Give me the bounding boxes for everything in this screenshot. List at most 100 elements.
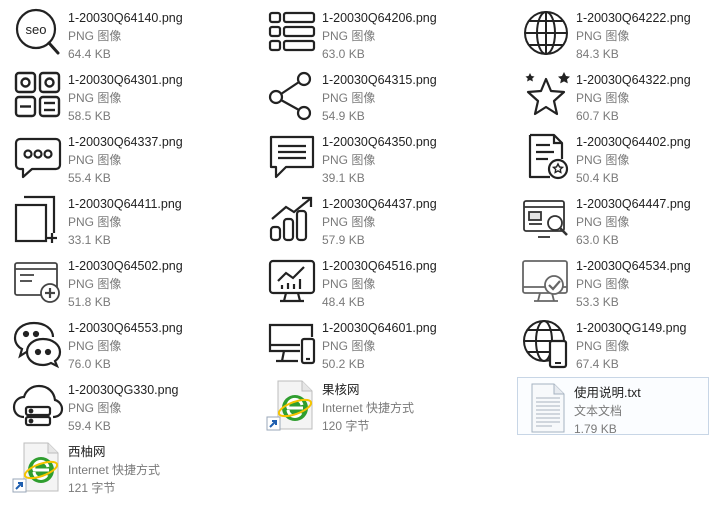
internet-shortcut-icon: [266, 379, 318, 431]
web-search-icon: [520, 193, 572, 245]
file-type: Internet 快捷方式: [68, 463, 161, 477]
file-size: 121 字节: [68, 481, 116, 495]
chat-bubbles-icon: [12, 317, 64, 369]
file-size: 63.0 KB: [576, 233, 619, 247]
file-grid: seo 1-20030Q64140.png PNG 图像 64.4 KB 1-2…: [0, 0, 709, 515]
file-name: 1-20030Q64502.png: [68, 259, 183, 273]
file-item[interactable]: 1-20030Q64315.png PNG 图像 54.9 KB: [256, 64, 456, 124]
file-type: PNG 图像: [322, 153, 376, 167]
file-name: 1-20030Q64322.png: [576, 73, 691, 87]
chat-bubble-icon: [12, 131, 64, 183]
add-page-icon: [12, 193, 64, 245]
file-item[interactable]: 1-20030Q64206.png PNG 图像 63.0 KB: [256, 2, 456, 62]
file-size: 53.3 KB: [576, 295, 619, 309]
file-type: PNG 图像: [322, 277, 376, 291]
file-item[interactable]: 1-20030Q64337.png PNG 图像 55.4 KB: [2, 126, 202, 186]
list-icon: [266, 7, 318, 59]
file-item-selected[interactable]: 使用说明.txt 文本文档 1.79 KB: [517, 377, 709, 436]
file-item[interactable]: 1-20030Q64301.png PNG 图像 58.5 KB: [2, 64, 202, 124]
file-size: 50.2 KB: [322, 357, 365, 371]
file-item[interactable]: 1-20030Q64601.png PNG 图像 50.2 KB: [256, 312, 456, 372]
apps-grid-icon: [12, 69, 64, 121]
cloud-server-icon: [12, 379, 64, 431]
file-type: PNG 图像: [68, 339, 122, 353]
file-type: Internet 快捷方式: [322, 401, 415, 415]
file-name: 1-20030Q64437.png: [322, 197, 437, 211]
monitor-chart-icon: [266, 255, 318, 307]
internet-shortcut-icon: [12, 441, 64, 493]
file-name: 1-20030Q64402.png: [576, 135, 691, 149]
file-name: 1-20030Q64337.png: [68, 135, 183, 149]
file-name: 果核网: [322, 383, 360, 397]
file-name: 西柚网: [68, 445, 106, 459]
file-item[interactable]: 1-20030Q64350.png PNG 图像 39.1 KB: [256, 126, 456, 186]
file-type: PNG 图像: [68, 91, 122, 105]
file-type: PNG 图像: [576, 153, 630, 167]
file-item[interactable]: 1-20030Q64411.png PNG 图像 33.1 KB: [2, 188, 202, 248]
svg-text:seo: seo: [26, 22, 47, 37]
monitor-check-icon: [520, 255, 572, 307]
growth-chart-icon: [266, 193, 318, 245]
file-item[interactable]: 1-20030Q64553.png PNG 图像 76.0 KB: [2, 312, 202, 372]
file-item[interactable]: 果核网 Internet 快捷方式 120 字节: [256, 374, 456, 434]
message-icon: [266, 131, 318, 183]
file-name: 1-20030Q64516.png: [322, 259, 437, 273]
file-item[interactable]: 1-20030Q64447.png PNG 图像 63.0 KB: [510, 188, 709, 248]
file-name: 1-20030Q64447.png: [576, 197, 691, 211]
file-item[interactable]: 1-20030Q64402.png PNG 图像 50.4 KB: [510, 126, 709, 186]
share-icon: [266, 69, 318, 121]
file-type: PNG 图像: [322, 91, 376, 105]
browser-add-icon: [12, 255, 64, 307]
file-size: 1.79 KB: [574, 422, 617, 436]
file-type: PNG 图像: [576, 29, 630, 43]
responsive-devices-icon: [266, 317, 318, 369]
file-item[interactable]: 1-20030Q64516.png PNG 图像 48.4 KB: [256, 250, 456, 310]
file-name: 1-20030Q64350.png: [322, 135, 437, 149]
globe-icon: [520, 7, 572, 59]
star-icon: [520, 69, 572, 121]
file-size: 60.7 KB: [576, 109, 619, 123]
globe-phone-icon: [520, 317, 572, 369]
file-size: 63.0 KB: [322, 47, 365, 61]
file-name: 1-20030Q64315.png: [322, 73, 437, 87]
file-item[interactable]: 1-20030QG330.png PNG 图像 59.4 KB: [2, 374, 202, 434]
seo-icon: seo: [12, 7, 64, 59]
file-name: 使用说明.txt: [574, 386, 641, 400]
file-size: 39.1 KB: [322, 171, 365, 185]
file-type: PNG 图像: [68, 29, 122, 43]
file-name: 1-20030Q64222.png: [576, 11, 691, 25]
file-size: 84.3 KB: [576, 47, 619, 61]
file-size: 48.4 KB: [322, 295, 365, 309]
file-size: 64.4 KB: [68, 47, 111, 61]
file-item[interactable]: 1-20030QG149.png PNG 图像 67.4 KB: [510, 312, 709, 372]
file-type: PNG 图像: [322, 29, 376, 43]
file-item[interactable]: seo 1-20030Q64140.png PNG 图像 64.4 KB: [2, 2, 202, 62]
file-item[interactable]: 1-20030Q64437.png PNG 图像 57.9 KB: [256, 188, 456, 248]
file-name: 1-20030Q64140.png: [68, 11, 183, 25]
file-type: PNG 图像: [68, 215, 122, 229]
file-size: 54.9 KB: [322, 109, 365, 123]
file-item[interactable]: 西柚网 Internet 快捷方式 121 字节: [2, 436, 202, 496]
file-name: 1-20030Q64553.png: [68, 321, 183, 335]
certificate-icon: [520, 131, 572, 183]
file-item[interactable]: 1-20030Q64534.png PNG 图像 53.3 KB: [510, 250, 709, 310]
file-name: 1-20030Q64301.png: [68, 73, 183, 87]
file-item[interactable]: 1-20030Q64222.png PNG 图像 84.3 KB: [510, 2, 709, 62]
file-size: 33.1 KB: [68, 233, 111, 247]
file-size: 120 字节: [322, 419, 370, 433]
file-item[interactable]: 1-20030Q64502.png PNG 图像 51.8 KB: [2, 250, 202, 310]
file-item[interactable]: 1-20030Q64322.png PNG 图像 60.7 KB: [510, 64, 709, 124]
file-type: PNG 图像: [68, 277, 122, 291]
file-type: 文本文档: [574, 404, 623, 418]
file-size: 76.0 KB: [68, 357, 111, 371]
file-size: 55.4 KB: [68, 171, 111, 185]
file-type: PNG 图像: [68, 153, 122, 167]
file-size: 67.4 KB: [576, 357, 619, 371]
file-name: 1-20030Q64601.png: [322, 321, 437, 335]
file-type: PNG 图像: [322, 215, 376, 229]
file-size: 57.9 KB: [322, 233, 365, 247]
file-name: 1-20030Q64534.png: [576, 259, 691, 273]
file-name: 1-20030QG330.png: [68, 383, 179, 397]
file-name: 1-20030QG149.png: [576, 321, 687, 335]
file-type: PNG 图像: [68, 401, 122, 415]
